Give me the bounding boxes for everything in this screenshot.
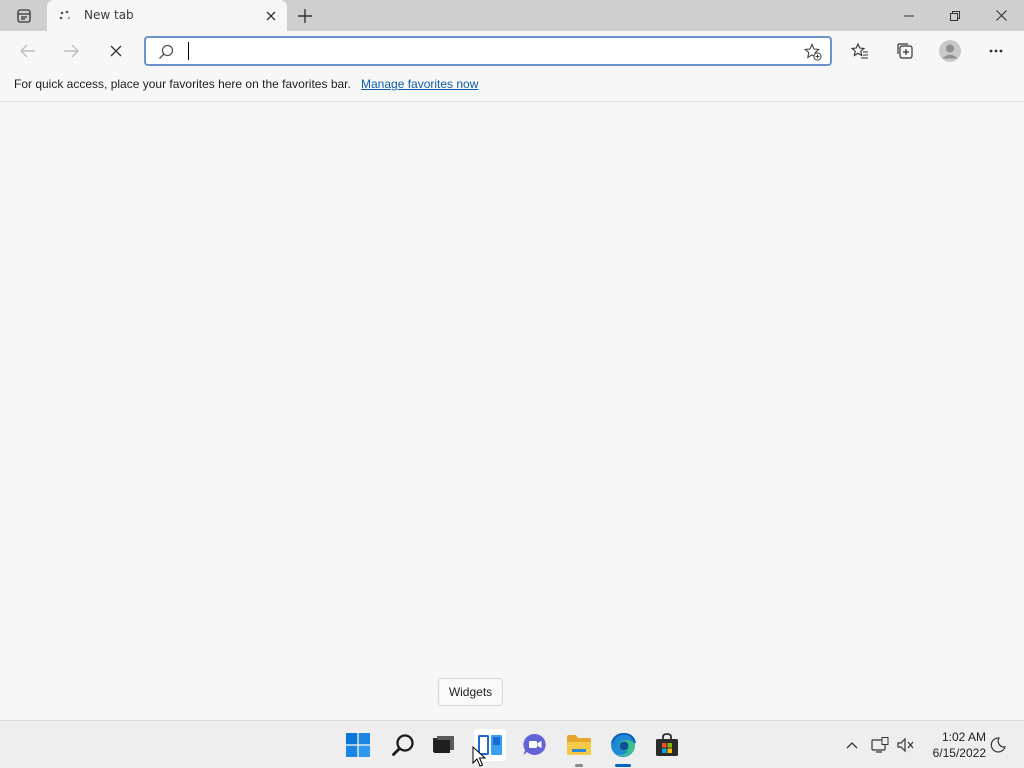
widgets-tooltip: Widgets <box>438 678 503 706</box>
address-input[interactable] <box>186 42 786 62</box>
restore-button[interactable] <box>932 0 978 31</box>
volume-muted-icon[interactable] <box>896 733 916 757</box>
minimize-button[interactable] <box>886 0 932 31</box>
favorites-icon[interactable] <box>845 37 875 65</box>
start-icon[interactable] <box>342 729 374 761</box>
search-icon <box>158 44 174 60</box>
favorites-bar-message: For quick access, place your favorites h… <box>14 77 351 91</box>
taskbar: 1:02 AM 6/15/2022 <box>0 720 1024 768</box>
mouse-cursor-icon <box>472 745 487 768</box>
manage-favorites-link[interactable]: Manage favorites now <box>361 77 478 91</box>
clock[interactable]: 1:02 AM 6/15/2022 <box>918 729 986 761</box>
tab-new-tab[interactable]: New tab <box>47 0 287 32</box>
focus-assist-icon[interactable] <box>988 733 1008 757</box>
edge-icon[interactable] <box>607 729 639 767</box>
clock-date: 6/15/2022 <box>932 746 986 760</box>
browser-toolbar <box>0 31 1024 71</box>
close-window-button[interactable] <box>978 0 1024 31</box>
page-content <box>0 103 1024 720</box>
text-caret <box>188 42 189 60</box>
network-icon[interactable] <box>870 733 890 757</box>
loading-icon <box>58 9 72 23</box>
back-button[interactable] <box>13 37 43 65</box>
task-view-icon[interactable] <box>428 729 460 761</box>
close-tab-icon[interactable] <box>263 8 279 24</box>
favorites-bar: For quick access, place your favorites h… <box>0 71 1024 102</box>
address-bar[interactable] <box>144 36 832 66</box>
more-options-icon[interactable] <box>981 37 1011 65</box>
title-bar: New tab <box>0 0 1024 32</box>
profile-avatar[interactable] <box>935 37 965 65</box>
collections-icon[interactable] <box>890 37 920 65</box>
add-favorite-icon[interactable] <box>803 43 822 61</box>
running-indicator <box>575 764 583 767</box>
search-icon[interactable] <box>387 729 419 761</box>
store-icon[interactable] <box>651 729 683 761</box>
file-explorer-icon[interactable] <box>563 729 595 767</box>
clock-time: 1:02 AM <box>941 730 986 744</box>
chat-icon[interactable] <box>519 729 551 761</box>
active-indicator <box>615 764 631 767</box>
chevron-up-icon[interactable] <box>842 733 862 757</box>
new-tab-button[interactable] <box>293 5 317 27</box>
stop-loading-button[interactable] <box>101 37 131 65</box>
tab-title: New tab <box>84 8 134 22</box>
forward-button[interactable] <box>56 37 86 65</box>
tab-actions-icon[interactable] <box>12 7 36 25</box>
